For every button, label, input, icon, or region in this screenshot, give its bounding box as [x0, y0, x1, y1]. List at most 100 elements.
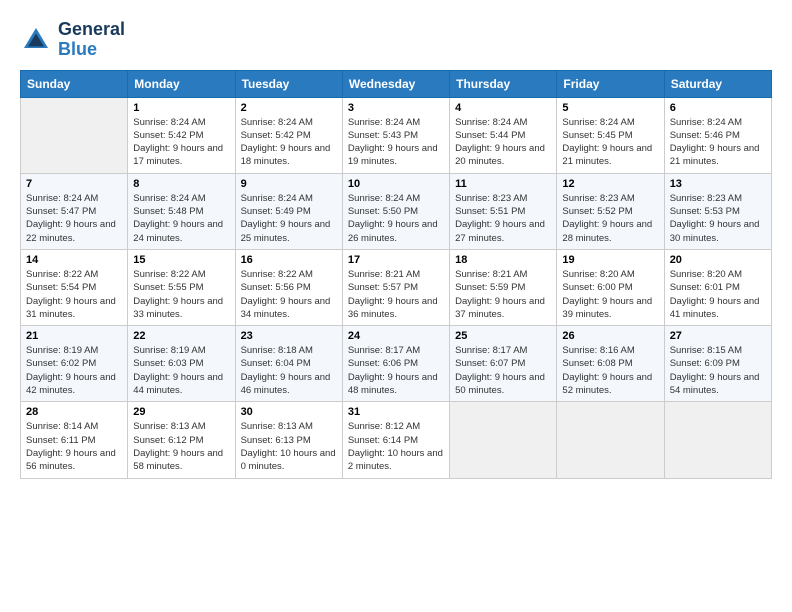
calendar-cell: 23 Sunrise: 8:18 AMSunset: 6:04 PMDayligh…: [235, 326, 342, 402]
calendar-cell: 10 Sunrise: 8:24 AMSunset: 5:50 PMDayligh…: [342, 173, 449, 249]
day-info: Sunrise: 8:14 AMSunset: 6:11 PMDaylight:…: [26, 420, 122, 473]
calendar-cell: 26 Sunrise: 8:16 AMSunset: 6:08 PMDayligh…: [557, 326, 664, 402]
day-number: 24: [348, 330, 444, 342]
day-number: 26: [562, 330, 658, 342]
calendar-cell: [557, 402, 664, 478]
calendar-cell: 11 Sunrise: 8:23 AMSunset: 5:51 PMDayligh…: [450, 173, 557, 249]
day-number: 25: [455, 330, 551, 342]
day-info: Sunrise: 8:16 AMSunset: 6:08 PMDaylight:…: [562, 344, 658, 397]
day-number: 4: [455, 102, 551, 114]
day-number: 21: [26, 330, 122, 342]
day-info: Sunrise: 8:23 AMSunset: 5:53 PMDaylight:…: [670, 192, 766, 245]
calendar-cell: 25 Sunrise: 8:17 AMSunset: 6:07 PMDayligh…: [450, 326, 557, 402]
weekday-header-wednesday: Wednesday: [342, 70, 449, 97]
calendar-cell: 31 Sunrise: 8:12 AMSunset: 6:14 PMDayligh…: [342, 402, 449, 478]
day-info: Sunrise: 8:21 AMSunset: 5:59 PMDaylight:…: [455, 268, 551, 321]
calendar-cell: 8 Sunrise: 8:24 AMSunset: 5:48 PMDaylight…: [128, 173, 235, 249]
day-number: 9: [241, 178, 337, 190]
calendar-cell: 22Sunrise: 8:19 AMSunset: 6:03 PMDayligh…: [128, 326, 235, 402]
calendar-cell: 19Sunrise: 8:20 AMSunset: 6:00 PMDayligh…: [557, 249, 664, 325]
day-info: Sunrise: 8:24 AMSunset: 5:47 PMDaylight:…: [26, 192, 122, 245]
weekday-header-saturday: Saturday: [664, 70, 771, 97]
calendar-cell: 3 Sunrise: 8:24 AMSunset: 5:43 PMDaylight…: [342, 97, 449, 173]
day-number: 18: [455, 254, 551, 266]
day-number: 30: [241, 406, 337, 418]
day-info: Sunrise: 8:21 AMSunset: 5:57 PMDaylight:…: [348, 268, 444, 321]
calendar-cell: 29 Sunrise: 8:13 AMSunset: 6:12 PMDayligh…: [128, 402, 235, 478]
day-number: 29: [133, 406, 229, 418]
day-number: 13: [670, 178, 766, 190]
day-info: Sunrise: 8:24 AMSunset: 5:45 PMDaylight:…: [562, 116, 658, 169]
logo-icon: [20, 24, 52, 56]
weekday-header-sunday: Sunday: [21, 70, 128, 97]
day-info: Sunrise: 8:17 AMSunset: 6:06 PMDaylight:…: [348, 344, 444, 397]
calendar-cell: 15Sunrise: 8:22 AMSunset: 5:55 PMDayligh…: [128, 249, 235, 325]
day-info: Sunrise: 8:23 AMSunset: 5:51 PMDaylight:…: [455, 192, 551, 245]
day-info: Sunrise: 8:13 AMSunset: 6:12 PMDaylight:…: [133, 420, 229, 473]
day-number: 3: [348, 102, 444, 114]
calendar-cell: 6 Sunrise: 8:24 AMSunset: 5:46 PMDaylight…: [664, 97, 771, 173]
weekday-header-thursday: Thursday: [450, 70, 557, 97]
day-info: Sunrise: 8:24 AMSunset: 5:44 PMDaylight:…: [455, 116, 551, 169]
logo-text: General Blue: [58, 20, 125, 60]
calendar-cell: 28 Sunrise: 8:14 AMSunset: 6:11 PMDayligh…: [21, 402, 128, 478]
day-number: 14: [26, 254, 122, 266]
page-header: General Blue: [20, 20, 772, 60]
day-info: Sunrise: 8:24 AMSunset: 5:48 PMDaylight:…: [133, 192, 229, 245]
day-number: 19: [562, 254, 658, 266]
calendar-cell: 14 Sunrise: 8:22 AMSunset: 5:54 PMDayligh…: [21, 249, 128, 325]
day-info: Sunrise: 8:15 AMSunset: 6:09 PMDaylight:…: [670, 344, 766, 397]
calendar-cell: [21, 97, 128, 173]
day-number: 5: [562, 102, 658, 114]
calendar-cell: 2Sunrise: 8:24 AMSunset: 5:42 PMDaylight…: [235, 97, 342, 173]
day-number: 8: [133, 178, 229, 190]
day-info: Sunrise: 8:24 AMSunset: 5:42 PMDaylight:…: [133, 116, 229, 169]
day-number: 31: [348, 406, 444, 418]
day-number: 22: [133, 330, 229, 342]
day-number: 1: [133, 102, 229, 114]
day-info: Sunrise: 8:22 AMSunset: 5:54 PMDaylight:…: [26, 268, 122, 321]
calendar-cell: 21Sunrise: 8:19 AMSunset: 6:02 PMDayligh…: [21, 326, 128, 402]
day-number: 16: [241, 254, 337, 266]
calendar-header: SundayMondayTuesdayWednesdayThursdayFrid…: [21, 70, 772, 97]
day-info: Sunrise: 8:12 AMSunset: 6:14 PMDaylight:…: [348, 420, 444, 473]
calendar-cell: 24 Sunrise: 8:17 AMSunset: 6:06 PMDayligh…: [342, 326, 449, 402]
logo: General Blue: [20, 20, 125, 60]
day-info: Sunrise: 8:13 AMSunset: 6:13 PMDaylight:…: [241, 420, 337, 473]
day-number: 20: [670, 254, 766, 266]
day-number: 7: [26, 178, 122, 190]
calendar-cell: 18 Sunrise: 8:21 AMSunset: 5:59 PMDayligh…: [450, 249, 557, 325]
weekday-header-tuesday: Tuesday: [235, 70, 342, 97]
day-number: 15: [133, 254, 229, 266]
day-number: 28: [26, 406, 122, 418]
day-number: 12: [562, 178, 658, 190]
calendar-cell: 9Sunrise: 8:24 AMSunset: 5:49 PMDaylight…: [235, 173, 342, 249]
day-info: Sunrise: 8:23 AMSunset: 5:52 PMDaylight:…: [562, 192, 658, 245]
day-number: 6: [670, 102, 766, 114]
day-info: Sunrise: 8:22 AMSunset: 5:56 PMDaylight:…: [241, 268, 337, 321]
calendar-cell: 7 Sunrise: 8:24 AMSunset: 5:47 PMDaylight…: [21, 173, 128, 249]
day-number: 17: [348, 254, 444, 266]
calendar-table: SundayMondayTuesdayWednesdayThursdayFrid…: [20, 70, 772, 479]
day-info: Sunrise: 8:17 AMSunset: 6:07 PMDaylight:…: [455, 344, 551, 397]
calendar-cell: 1 Sunrise: 8:24 AMSunset: 5:42 PMDaylight…: [128, 97, 235, 173]
day-info: Sunrise: 8:20 AMSunset: 6:01 PMDaylight:…: [670, 268, 766, 321]
day-info: Sunrise: 8:24 AMSunset: 5:50 PMDaylight:…: [348, 192, 444, 245]
calendar-cell: 4 Sunrise: 8:24 AMSunset: 5:44 PMDaylight…: [450, 97, 557, 173]
weekday-header-friday: Friday: [557, 70, 664, 97]
calendar-cell: 30 Sunrise: 8:13 AMSunset: 6:13 PMDayligh…: [235, 402, 342, 478]
calendar-cell: 16 Sunrise: 8:22 AMSunset: 5:56 PMDayligh…: [235, 249, 342, 325]
day-number: 10: [348, 178, 444, 190]
day-number: 27: [670, 330, 766, 342]
calendar-cell: 13 Sunrise: 8:23 AMSunset: 5:53 PMDayligh…: [664, 173, 771, 249]
calendar-cell: [450, 402, 557, 478]
calendar-cell: 17 Sunrise: 8:21 AMSunset: 5:57 PMDayligh…: [342, 249, 449, 325]
day-number: 11: [455, 178, 551, 190]
day-info: Sunrise: 8:18 AMSunset: 6:04 PMDaylight:…: [241, 344, 337, 397]
day-info: Sunrise: 8:24 AMSunset: 5:46 PMDaylight:…: [670, 116, 766, 169]
weekday-header-monday: Monday: [128, 70, 235, 97]
day-number: 23: [241, 330, 337, 342]
day-info: Sunrise: 8:24 AMSunset: 5:43 PMDaylight:…: [348, 116, 444, 169]
calendar-cell: 12 Sunrise: 8:23 AMSunset: 5:52 PMDayligh…: [557, 173, 664, 249]
day-number: 2: [241, 102, 337, 114]
